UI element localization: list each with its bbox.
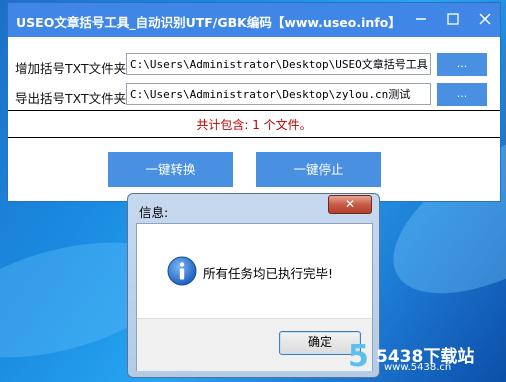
input-folder-field[interactable]: C:\Users\Administrator\Desktop\USEO文章括号工… <box>126 53 431 75</box>
input-folder-row: 增加括号TXT文件夹: C:\Users\Administrator\Deskt… <box>8 51 500 81</box>
status-text: 共计包含: 1 个文件。 <box>196 118 312 132</box>
input-folder-label: 增加括号TXT文件夹: <box>15 61 131 76</box>
dialog-close-button[interactable]: ✕ <box>328 195 372 214</box>
watermark-logo: 5 <box>348 339 369 374</box>
divider <box>8 110 500 111</box>
dialog-title: 信息: <box>139 205 169 220</box>
input-browse-button[interactable]: ... <box>437 53 487 76</box>
output-browse-button[interactable]: ... <box>437 83 487 106</box>
convert-button[interactable]: 一键转换 <box>108 152 233 187</box>
info-dialog: 信息: ✕ 所有任务均已执行完毕! 确定 <box>127 193 380 378</box>
output-folder-field[interactable]: C:\Users\Administrator\Desktop\zylou.cn测… <box>126 83 431 105</box>
output-folder-label: 导出括号TXT文件夹: <box>15 91 131 106</box>
stop-button[interactable]: 一键停止 <box>256 152 381 187</box>
dialog-message: 所有任务均已执行完毕! <box>203 266 334 281</box>
minimize-icon[interactable] <box>408 7 434 31</box>
dialog-body: 所有任务均已执行完毕! 确定 <box>136 223 373 371</box>
info-icon <box>167 256 197 286</box>
main-window: USEO文章括号工具_自动识别UTF/GBK编码【www.useo.info】 … <box>8 3 500 201</box>
watermark: 5 5438下载站 www.5438.cn <box>348 340 498 380</box>
maximize-icon[interactable] <box>440 7 466 31</box>
output-folder-row: 导出括号TXT文件夹: C:\Users\Administrator\Deskt… <box>8 81 500 111</box>
divider <box>8 137 500 138</box>
title-bar[interactable]: USEO文章括号工具_自动识别UTF/GBK编码【www.useo.info】 <box>8 3 500 37</box>
watermark-url: www.5438.cn <box>384 362 452 373</box>
close-icon[interactable] <box>472 7 498 31</box>
window-title: USEO文章括号工具_自动识别UTF/GBK编码【www.useo.info】 <box>16 15 401 30</box>
